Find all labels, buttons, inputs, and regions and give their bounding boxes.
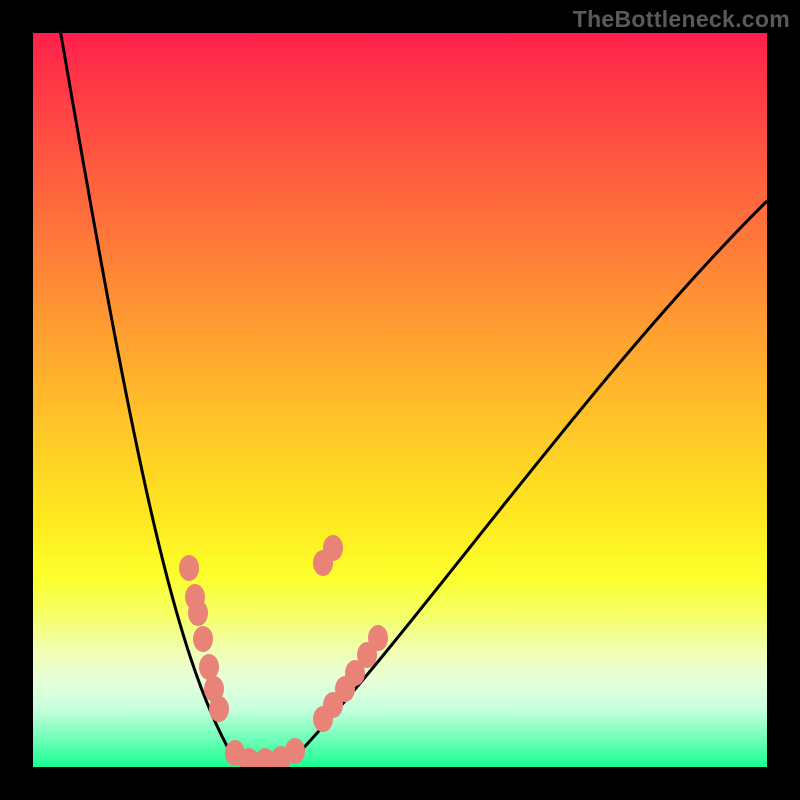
chart-frame: TheBottleneck.com xyxy=(0,0,800,800)
data-marker xyxy=(368,625,388,651)
chart-svg xyxy=(33,33,767,767)
data-marker xyxy=(188,600,208,626)
data-marker xyxy=(193,626,213,652)
marker-group xyxy=(179,535,388,767)
watermark-text: TheBottleneck.com xyxy=(573,6,790,33)
data-marker xyxy=(179,555,199,581)
data-marker xyxy=(209,696,229,722)
data-marker xyxy=(285,738,305,764)
data-marker xyxy=(199,654,219,680)
data-marker xyxy=(323,535,343,561)
bottleneck-curve xyxy=(59,33,767,767)
plot-area xyxy=(33,33,767,767)
